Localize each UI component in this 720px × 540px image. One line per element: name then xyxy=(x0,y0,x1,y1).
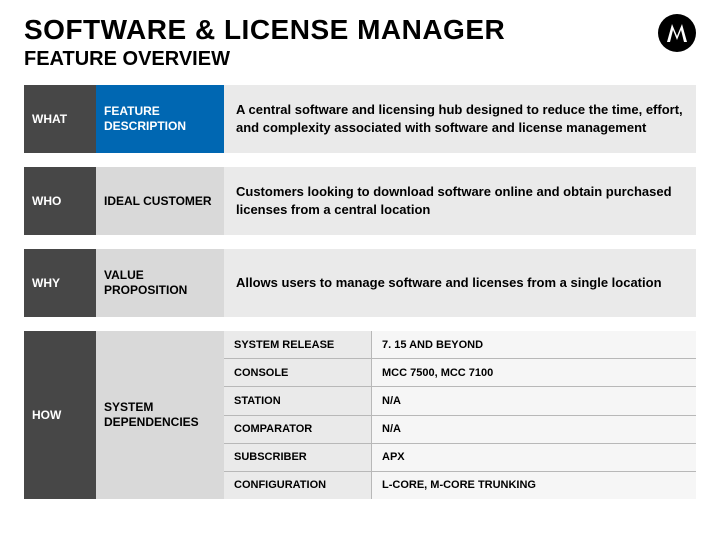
row-label: FEATURE DESCRIPTION xyxy=(96,85,224,153)
dep-val: APX xyxy=(372,444,696,471)
table-row: COMPARATOR N/A xyxy=(224,416,696,444)
titles: SOFTWARE & LICENSE MANAGER FEATURE OVERV… xyxy=(24,14,650,71)
row-tag: WHAT xyxy=(24,85,96,153)
row-label: VALUE PROPOSITION xyxy=(96,249,224,317)
slide-header: SOFTWARE & LICENSE MANAGER FEATURE OVERV… xyxy=(24,14,696,71)
dep-key: SYSTEM RELEASE xyxy=(224,331,372,358)
motorola-logo-icon xyxy=(658,14,696,52)
dep-key: CONFIGURATION xyxy=(224,472,372,499)
feature-rows: WHAT FEATURE DESCRIPTION A central softw… xyxy=(24,85,696,499)
page-subtitle: FEATURE OVERVIEW xyxy=(24,48,650,71)
row-label: IDEAL CUSTOMER xyxy=(96,167,224,235)
row-who: WHO IDEAL CUSTOMER Customers looking to … xyxy=(24,167,696,235)
table-row: STATION N/A xyxy=(224,387,696,415)
dep-key: STATION xyxy=(224,387,372,414)
row-body: A central software and licensing hub des… xyxy=(224,85,696,153)
row-body: Allows users to manage software and lice… xyxy=(224,249,696,317)
row-tag: WHY xyxy=(24,249,96,317)
dep-val: MCC 7500, MCC 7100 xyxy=(372,359,696,386)
row-what: WHAT FEATURE DESCRIPTION A central softw… xyxy=(24,85,696,153)
row-tag: WHO xyxy=(24,167,96,235)
row-how: HOW SYSTEM DEPENDENCIES SYSTEM RELEASE 7… xyxy=(24,331,696,499)
row-body: Customers looking to download software o… xyxy=(224,167,696,235)
dependencies-table: SYSTEM RELEASE 7. 15 AND BEYOND CONSOLE … xyxy=(224,331,696,499)
dep-val: 7. 15 AND BEYOND xyxy=(372,331,696,358)
table-row: SYSTEM RELEASE 7. 15 AND BEYOND xyxy=(224,331,696,359)
page-title: SOFTWARE & LICENSE MANAGER xyxy=(24,14,650,46)
table-row: CONSOLE MCC 7500, MCC 7100 xyxy=(224,359,696,387)
table-row: CONFIGURATION L-CORE, M-CORE TRUNKING xyxy=(224,472,696,499)
dep-val: L-CORE, M-CORE TRUNKING xyxy=(372,472,696,499)
dep-val: N/A xyxy=(372,387,696,414)
dep-key: SUBSCRIBER xyxy=(224,444,372,471)
table-row: SUBSCRIBER APX xyxy=(224,444,696,472)
row-label: SYSTEM DEPENDENCIES xyxy=(96,331,224,499)
dep-key: COMPARATOR xyxy=(224,416,372,443)
row-tag: HOW xyxy=(24,331,96,499)
dep-val: N/A xyxy=(372,416,696,443)
dep-key: CONSOLE xyxy=(224,359,372,386)
row-why: WHY VALUE PROPOSITION Allows users to ma… xyxy=(24,249,696,317)
